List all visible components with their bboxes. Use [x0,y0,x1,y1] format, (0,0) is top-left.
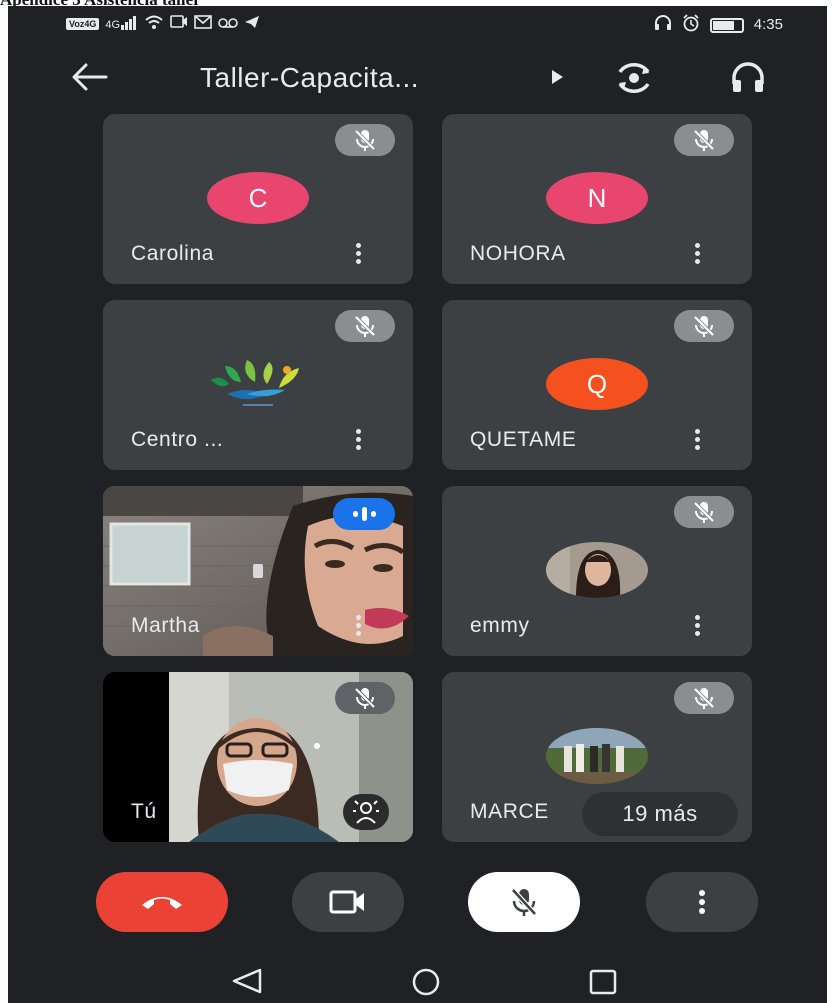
signal-icon: 4G [105,15,138,33]
participant-name: Tú [131,800,157,823]
flip-camera-icon[interactable] [614,60,654,96]
nav-home-icon[interactable] [408,968,444,1001]
meeting-title[interactable]: Taller-Capacita... [200,62,419,94]
more-vert-icon[interactable] [690,614,704,638]
speaking-indicator-icon [333,498,395,530]
alarm-icon [682,14,700,36]
mic-off-icon [674,496,734,528]
more-vert-icon[interactable] [690,428,704,452]
participant-name: Martha [131,614,200,637]
phone-hang-up-icon [142,897,182,909]
gmail-icon [194,15,212,33]
more-vert-icon[interactable] [351,242,365,266]
more-vert-icon[interactable] [351,428,365,452]
participant-photo [546,542,648,598]
meeting-top-bar: Taller-Capacita... [8,48,827,108]
mic-off-icon [335,682,395,714]
headphones-icon[interactable] [730,60,766,96]
system-navigation-bar [8,956,827,1003]
avatar: Q [546,358,648,410]
videocam-icon [329,890,364,914]
participant-tile-quetame[interactable]: Q QUETAME [442,300,752,470]
participant-name: Centro ... [131,428,224,451]
mic-off-icon [674,682,734,714]
wifi-icon [144,14,164,34]
nav-back-icon[interactable] [230,968,264,999]
clock-time: 4:35 [753,16,783,33]
participant-name: NOHORA [470,242,566,265]
participant-tile-emmy[interactable]: emmy [442,486,752,656]
participant-tile-carolina[interactable]: C Carolina [103,114,413,284]
participant-tile-centro[interactable]: Centro ... [103,300,413,470]
telegram-icon [244,15,260,33]
headset-icon [654,15,672,35]
participant-name: QUETAME [470,428,577,451]
play-icon[interactable] [552,70,563,84]
more-participants-button[interactable]: 19 más [582,792,738,836]
more-vert-icon [699,890,705,914]
phone-screen: Voz4G 4G 4:35 Taller-Capacita... C Carol… [8,6,827,1003]
more-vert-icon[interactable] [351,614,365,638]
mic-off-icon [674,124,734,156]
status-bar: Voz4G 4G 4:35 [8,6,827,40]
microphone-button[interactable] [468,872,580,932]
participant-name: emmy [470,614,530,637]
participant-tile-self[interactable]: Tú [103,672,413,842]
hang-up-button[interactable] [96,872,228,932]
more-options-button[interactable] [646,872,758,932]
volte-badge: Voz4G [66,18,100,30]
avatar: N [546,172,648,224]
nav-recents-icon[interactable] [588,968,618,1001]
participant-tile-nohora[interactable]: N NOHORA [442,114,752,284]
participant-tile-martha[interactable]: Martha [103,486,413,656]
back-arrow-icon[interactable] [70,60,110,94]
more-vert-icon[interactable] [690,242,704,266]
mic-off-icon [674,310,734,342]
cast-icon [170,15,188,33]
camera-button[interactable] [292,872,404,932]
participant-name: MARCE [470,800,549,823]
avatar: C [207,172,309,224]
voicemail-icon [218,16,238,33]
mic-off-icon [335,310,395,342]
background-effects-icon[interactable] [343,794,389,830]
battery-icon [709,17,744,33]
participant-name: Carolina [131,242,215,265]
mic-off-icon [511,888,537,916]
participant-photo [546,728,648,784]
mic-off-icon [335,124,395,156]
leaf-logo-icon [207,360,311,412]
